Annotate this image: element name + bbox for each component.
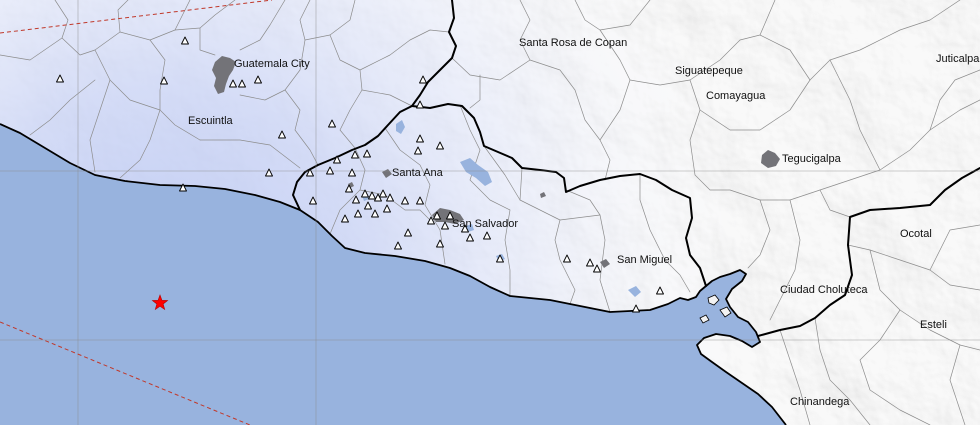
city-label-esteli: Esteli <box>920 319 947 331</box>
city-label-juticalpa: Juticalpa <box>936 53 980 65</box>
shakemap: Guatemala City Escuintla Santa Rosa de C… <box>0 0 980 425</box>
city-label-ocotal: Ocotal <box>900 228 932 240</box>
city-label-santa-ana: Santa Ana <box>392 167 443 179</box>
city-label-escuintla: Escuintla <box>188 115 233 127</box>
city-label-comayagua: Comayagua <box>706 90 766 102</box>
map-canvas <box>0 0 980 425</box>
city-label-siguatepeque: Siguatepeque <box>675 65 743 77</box>
city-label-santa-rosa-de-copan: Santa Rosa de Copan <box>519 37 628 49</box>
city-label-ciudad-choluteca: Ciudad Choluteca <box>780 284 868 296</box>
city-label-tegucigalpa: Tegucigalpa <box>782 153 841 165</box>
city-label-guatemala-city: Guatemala City <box>234 58 310 70</box>
city-label-san-miguel: San Miguel <box>617 254 673 266</box>
city-label-chinandega: Chinandega <box>790 396 850 408</box>
city-label-san-salvador: San Salvador <box>452 218 519 230</box>
